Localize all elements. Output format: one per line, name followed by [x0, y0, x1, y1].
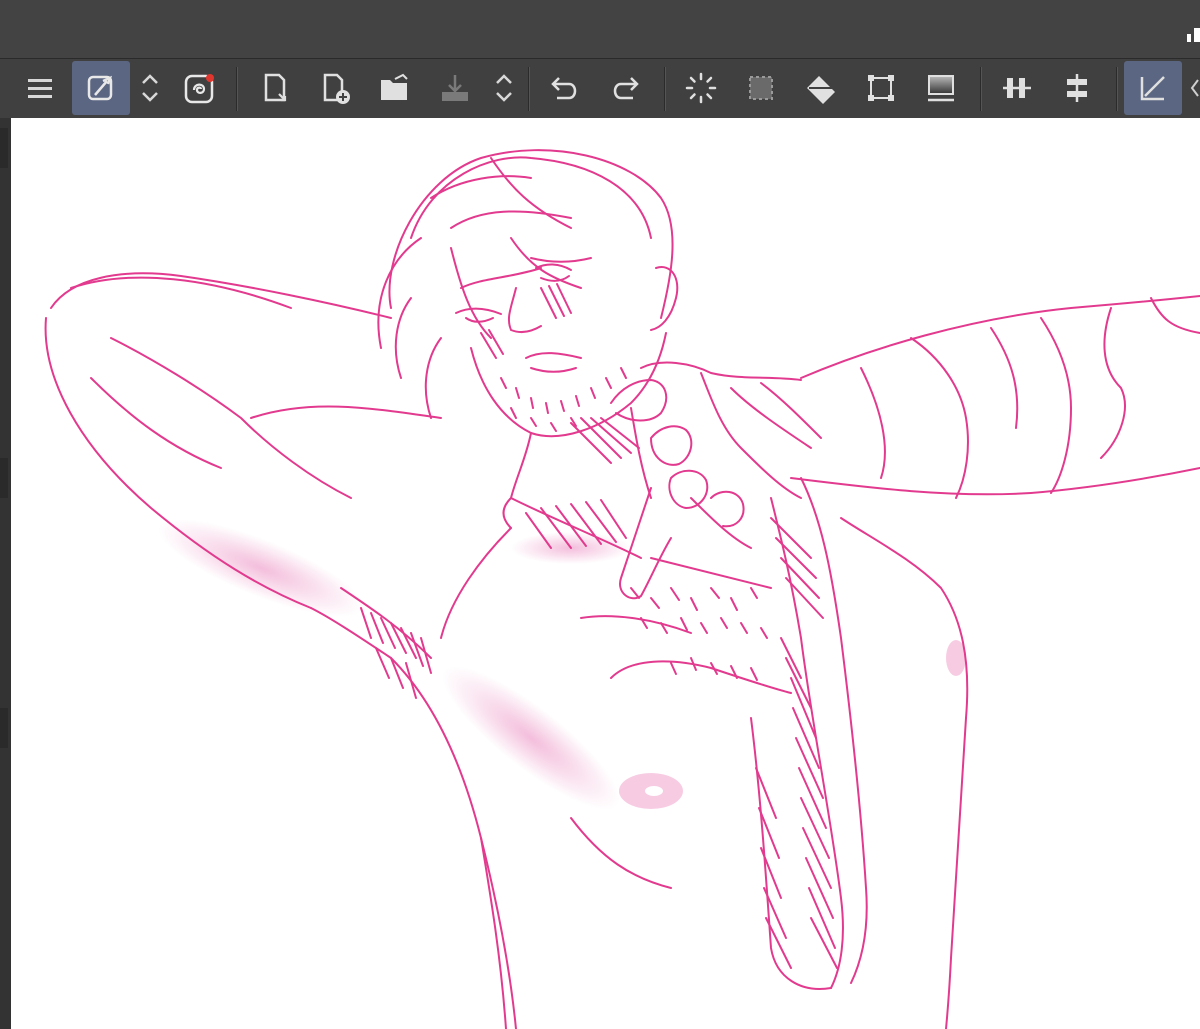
menu-icon	[28, 79, 52, 98]
menu-button[interactable]	[11, 61, 69, 115]
ruler-snap-icon	[1140, 76, 1165, 101]
new-canvas-icon	[323, 73, 350, 104]
shadow-shape	[442, 666, 620, 810]
folder-open-icon	[381, 73, 408, 100]
align-vertical-button[interactable]	[1048, 61, 1106, 115]
align-vertical-icon	[1067, 74, 1087, 102]
toolbar-separator	[236, 67, 238, 111]
save-switch-button[interactable]	[478, 61, 530, 115]
undo-icon	[551, 77, 577, 100]
side-panel-edge	[0, 118, 11, 1029]
toolbar-separator	[1116, 67, 1118, 111]
tool-switch-button[interactable]	[124, 61, 176, 115]
sketch-artwork	[44, 149, 1200, 1029]
sketch-strokes	[44, 149, 1200, 1029]
up-down-chevron-icon	[142, 74, 158, 102]
command-bar	[0, 59, 1200, 119]
toolbar-separator	[980, 67, 982, 111]
new-from-clipboard-button[interactable]	[246, 61, 304, 115]
selection-button[interactable]	[732, 61, 790, 115]
align-horizontal-icon	[1003, 78, 1031, 98]
redo-button[interactable]	[596, 61, 654, 115]
loading-button[interactable]	[672, 61, 730, 115]
cloud-button[interactable]	[170, 61, 228, 115]
up-down-chevron-icon	[496, 74, 512, 102]
screen-tone-button[interactable]	[912, 61, 970, 115]
spinner-icon	[685, 72, 717, 104]
toolbar-separator	[664, 67, 666, 111]
ruler-snap-button[interactable]	[1124, 61, 1182, 115]
open-file-button[interactable]	[366, 61, 424, 115]
fill-bucket-icon	[807, 76, 835, 104]
redo-icon	[613, 77, 639, 100]
chevron-icon	[1190, 79, 1199, 97]
overflow-button[interactable]	[1184, 61, 1200, 115]
screentone-icon	[928, 75, 954, 102]
transform-icon	[868, 75, 894, 101]
panel-tab[interactable]	[0, 458, 8, 498]
toolbar-separator	[528, 67, 530, 111]
new-page-icon	[264, 73, 287, 102]
clip-studio-cloud-icon	[184, 74, 214, 104]
fill-button[interactable]	[792, 61, 850, 115]
pen-eyedropper-icon	[87, 75, 113, 101]
pen-tool-button[interactable]	[72, 61, 130, 115]
new-canvas-button[interactable]	[306, 61, 364, 115]
window-control-icon[interactable]	[1184, 28, 1200, 42]
drawing-canvas[interactable]	[11, 118, 1200, 1029]
shadow-shape	[158, 519, 364, 617]
panel-tab[interactable]	[0, 708, 8, 748]
save-icon	[442, 75, 468, 101]
align-horizontal-button[interactable]	[988, 61, 1046, 115]
panel-tab[interactable]	[0, 128, 8, 168]
highlight-shape	[645, 786, 663, 796]
undo-button[interactable]	[536, 61, 594, 115]
title-bar	[0, 0, 1200, 59]
save-button[interactable]	[426, 61, 484, 115]
selection-icon	[749, 76, 773, 100]
transform-button[interactable]	[852, 61, 910, 115]
